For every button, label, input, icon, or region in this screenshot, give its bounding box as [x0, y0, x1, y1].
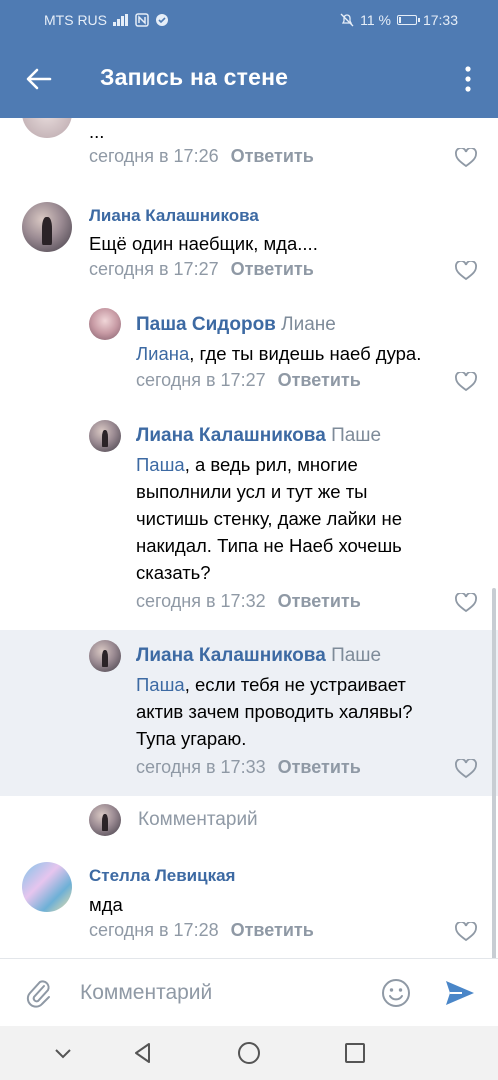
- comment-input[interactable]: Комментарий: [80, 981, 212, 1005]
- avatar[interactable]: [89, 640, 121, 672]
- heart-icon[interactable]: [455, 261, 477, 281]
- more-vertical-icon[interactable]: [456, 64, 480, 94]
- avatar[interactable]: [89, 308, 121, 340]
- reply-button[interactable]: Ответить: [278, 591, 361, 611]
- thread-reply-input[interactable]: Комментарий: [138, 809, 258, 831]
- comment-text: Ещё один наебщик, мда....: [89, 233, 318, 254]
- nfc-icon: [135, 13, 149, 27]
- comment-meta: сегодня в 17:32 Ответить: [136, 591, 361, 612]
- page-title: Запись на стене: [100, 64, 289, 90]
- comment-meta: сегодня в 17:33 Ответить: [136, 757, 361, 778]
- avatar: [89, 804, 121, 836]
- scrollbar[interactable]: [492, 588, 496, 958]
- comment-author[interactable]: Лиана Калашникова Паше: [136, 645, 381, 667]
- paperclip-icon[interactable]: [24, 977, 54, 1009]
- comment-author[interactable]: Лиана Калашникова Паше: [136, 425, 381, 447]
- status-left: MTS RUS: [44, 12, 169, 28]
- heart-icon[interactable]: [455, 922, 477, 942]
- comment-time: сегодня в 17:33: [136, 757, 266, 777]
- comment-meta: сегодня в 17:26 Ответить: [89, 146, 314, 167]
- mention-link[interactable]: Паша: [136, 454, 185, 475]
- avatar[interactable]: [22, 862, 72, 912]
- smile-icon[interactable]: [380, 977, 412, 1009]
- status-right: 11 % 17:33: [340, 12, 458, 28]
- reply-button[interactable]: Ответить: [231, 259, 314, 279]
- status-bar: MTS RUS 11 % 17:33: [0, 0, 498, 40]
- comment-text: Паша, если тебя не устраивает актив заче…: [136, 674, 413, 749]
- comment-meta: сегодня в 17:28 Ответить: [89, 920, 314, 941]
- comment-meta: сегодня в 17:27 Ответить: [89, 259, 314, 280]
- mention-link[interactable]: Лиана: [136, 343, 189, 364]
- comment-time: сегодня в 17:26: [89, 146, 219, 166]
- reply-button[interactable]: Ответить: [278, 370, 361, 390]
- nav-home-icon[interactable]: [236, 1040, 262, 1066]
- nav-back-icon[interactable]: [130, 1040, 156, 1066]
- reply-button[interactable]: Ответить: [231, 146, 314, 166]
- comment-time: сегодня в 17:32: [136, 591, 266, 611]
- comment-author[interactable]: Паша Сидоров Лиане: [136, 314, 336, 336]
- comment-author[interactable]: Стелла Левицкая: [89, 866, 235, 886]
- battery-percent: 11 %: [360, 12, 391, 28]
- comment-text: мда: [89, 894, 123, 915]
- comment-text: Лиана, где ты видешь наеб дура.: [136, 343, 422, 364]
- comment-time: сегодня в 17:27: [89, 259, 219, 279]
- nav-hide-icon[interactable]: [50, 1040, 76, 1066]
- clock: 17:33: [422, 12, 458, 28]
- avatar[interactable]: [89, 420, 121, 452]
- send-icon[interactable]: [444, 979, 476, 1007]
- mention-link[interactable]: Паша: [136, 674, 185, 695]
- comment-meta: сегодня в 17:27 Ответить: [136, 370, 361, 391]
- heart-icon[interactable]: [455, 372, 477, 392]
- comment-input-bar: Комментарий: [0, 958, 498, 1026]
- carrier-label: MTS RUS: [44, 12, 107, 28]
- battery-icon: [396, 15, 420, 25]
- heart-icon[interactable]: [455, 759, 477, 779]
- comments-list[interactable]: ... сегодня в 17:26 Ответить Лиана Калашн…: [0, 118, 498, 958]
- arrow-left-icon[interactable]: [22, 62, 56, 96]
- app-bar: Запись на стене: [0, 40, 498, 118]
- comment-time: сегодня в 17:28: [89, 920, 219, 940]
- comment-text: Паша, а ведь рил, многие выполнили усл и…: [136, 454, 403, 583]
- reply-button[interactable]: Ответить: [278, 757, 361, 777]
- heart-icon[interactable]: [455, 148, 477, 168]
- nav-recents-icon[interactable]: [342, 1040, 368, 1066]
- comment-text: ...: [89, 121, 105, 142]
- avatar[interactable]: [22, 202, 72, 252]
- signal-icon: [113, 14, 128, 26]
- comment-author[interactable]: Лиана Калашникова: [89, 206, 259, 226]
- heart-icon[interactable]: [455, 593, 477, 613]
- reply-button[interactable]: Ответить: [231, 920, 314, 940]
- comment-time: сегодня в 17:27: [136, 370, 266, 390]
- system-nav-bar: [0, 1026, 498, 1080]
- mute-icon: [340, 13, 354, 27]
- vpn-icon: [156, 14, 168, 26]
- avatar[interactable]: [22, 118, 72, 138]
